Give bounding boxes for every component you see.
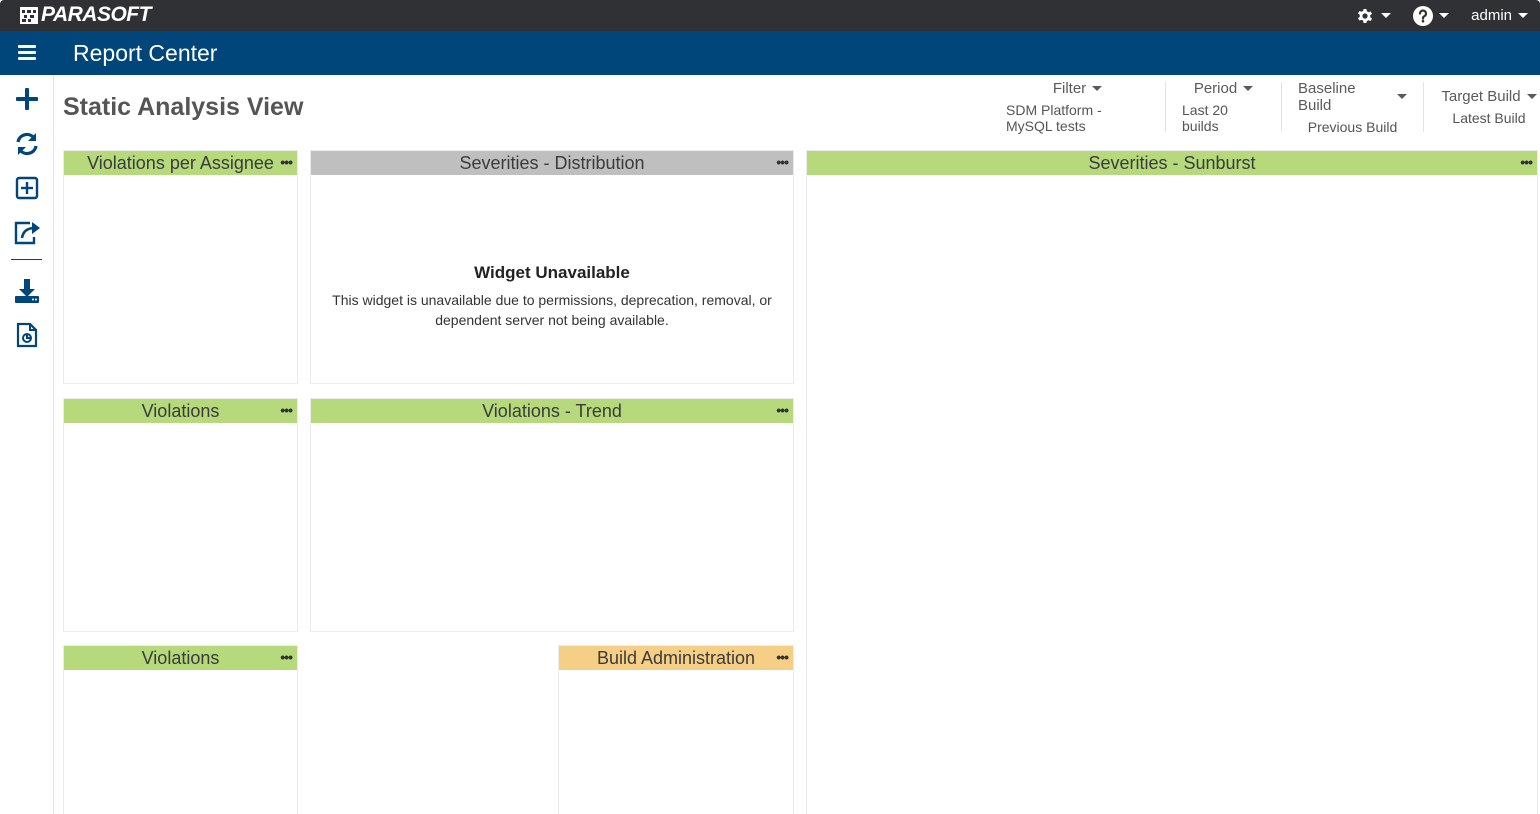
widget-title: Violations	[141, 400, 220, 421]
widget-menu-icon[interactable]: •••	[1520, 154, 1533, 170]
parasoft-logo[interactable]: PARASOFT	[20, 3, 151, 26]
unavailable-text: This widget is unavailable due to permis…	[332, 292, 772, 328]
widget-header[interactable]: Severities - Distribution •••	[311, 151, 793, 175]
widget-header[interactable]: Violations •••	[64, 646, 297, 670]
app-title: Report Center	[73, 40, 218, 66]
filter-value: SDM Platform - MySQL tests	[1006, 102, 1102, 134]
period-selector[interactable]: Period Last 20 builds	[1165, 80, 1281, 134]
period-label: Period	[1193, 80, 1238, 97]
widget-menu-icon[interactable]: •••	[776, 649, 789, 665]
hamburger-icon[interactable]	[18, 45, 36, 61]
widget-menu-icon[interactable]: •••	[776, 154, 789, 170]
page-title: Static Analysis View	[63, 93, 304, 121]
widget-title: Violations - Trend	[482, 400, 622, 421]
refresh-icon	[16, 132, 38, 156]
question-circle-icon	[1413, 5, 1434, 26]
add-widget-button[interactable]	[11, 172, 43, 204]
widget-unavailable-message: Widget Unavailable This widget is unavai…	[311, 263, 793, 330]
refresh-button[interactable]	[11, 128, 43, 160]
gear-icon	[1358, 8, 1373, 23]
widget-menu-icon[interactable]: •••	[280, 154, 293, 170]
sidebar-divider	[11, 259, 42, 260]
widget-severities-sunburst: Severities - Sunburst •••	[806, 150, 1538, 814]
target-build-value: Latest Build	[1452, 110, 1526, 126]
app-header: Report Center	[0, 31, 1540, 75]
target-build-label: Target Build	[1441, 88, 1521, 105]
add-dashboard-button[interactable]	[11, 83, 43, 115]
widget-build-administration: Build Administration •••	[558, 645, 794, 814]
share-icon	[14, 221, 40, 245]
chevron-down-icon	[1092, 86, 1103, 91]
report-button[interactable]	[11, 319, 43, 351]
chevron-down-icon	[1397, 94, 1407, 99]
widget-severities-distribution: Severities - Distribution ••• Widget Una…	[310, 150, 794, 384]
plus-icon	[16, 88, 38, 110]
logo-text: PARASOFT	[41, 3, 151, 26]
share-button[interactable]	[11, 217, 43, 249]
add-widget-icon	[15, 176, 39, 200]
widget-menu-icon[interactable]: •••	[776, 402, 789, 418]
chevron-down-icon	[1243, 86, 1254, 91]
widget-title: Violations per Assignee	[87, 152, 274, 173]
chevron-down-icon	[1439, 13, 1450, 18]
widget-violations-per-assignee: Violations per Assignee •••	[63, 150, 298, 384]
chevron-down-icon	[1526, 94, 1537, 99]
period-value: Last 20 builds	[1182, 102, 1228, 134]
settings-menu[interactable]	[1355, 6, 1392, 26]
widget-header[interactable]: Violations per Assignee •••	[64, 151, 297, 175]
widget-violations: Violations •••	[63, 645, 298, 814]
baseline-build-selector[interactable]: Baseline Build Previous Build	[1281, 79, 1423, 135]
widget-header[interactable]: Severities - Sunburst •••	[807, 151, 1537, 175]
user-name: admin	[1471, 7, 1512, 24]
download-icon	[15, 279, 39, 303]
chevron-down-icon	[1381, 13, 1392, 18]
download-button[interactable]	[11, 275, 43, 307]
chevron-down-icon	[1518, 13, 1528, 18]
report-file-icon	[16, 322, 38, 348]
help-menu[interactable]	[1413, 5, 1450, 26]
widget-header[interactable]: Build Administration •••	[559, 646, 793, 670]
top-navbar: PARASOFT admin	[0, 0, 1540, 31]
widget-title: Severities - Sunburst	[1088, 152, 1256, 173]
baseline-build-label: Baseline Build	[1298, 79, 1356, 114]
widget-title: Severities - Distribution	[459, 152, 645, 173]
widget-title: Violations	[141, 647, 220, 668]
user-menu[interactable]: admin	[1471, 7, 1528, 24]
parasoft-logo-icon	[20, 6, 38, 24]
widget-violations-trend: Violations - Trend •••	[310, 398, 794, 632]
filter-selector[interactable]: Filter SDM Platform - MySQL tests	[990, 80, 1165, 134]
widget-header[interactable]: Violations •••	[64, 399, 297, 423]
filter-label: Filter	[1052, 80, 1087, 97]
unavailable-title: Widget Unavailable	[474, 263, 630, 282]
target-build-selector[interactable]: Target Build Latest Build	[1423, 82, 1540, 132]
widget-header[interactable]: Violations - Trend •••	[311, 399, 793, 423]
widget-violations: Violations •••	[63, 398, 298, 632]
widget-menu-icon[interactable]: •••	[280, 649, 293, 665]
baseline-build-value: Previous Build	[1307, 118, 1398, 135]
widget-title: Build Administration	[596, 647, 756, 668]
dashboard-selectors: Filter SDM Platform - MySQL tests Period…	[990, 79, 1540, 135]
sidebar	[0, 75, 54, 814]
widget-menu-icon[interactable]: •••	[280, 402, 293, 418]
